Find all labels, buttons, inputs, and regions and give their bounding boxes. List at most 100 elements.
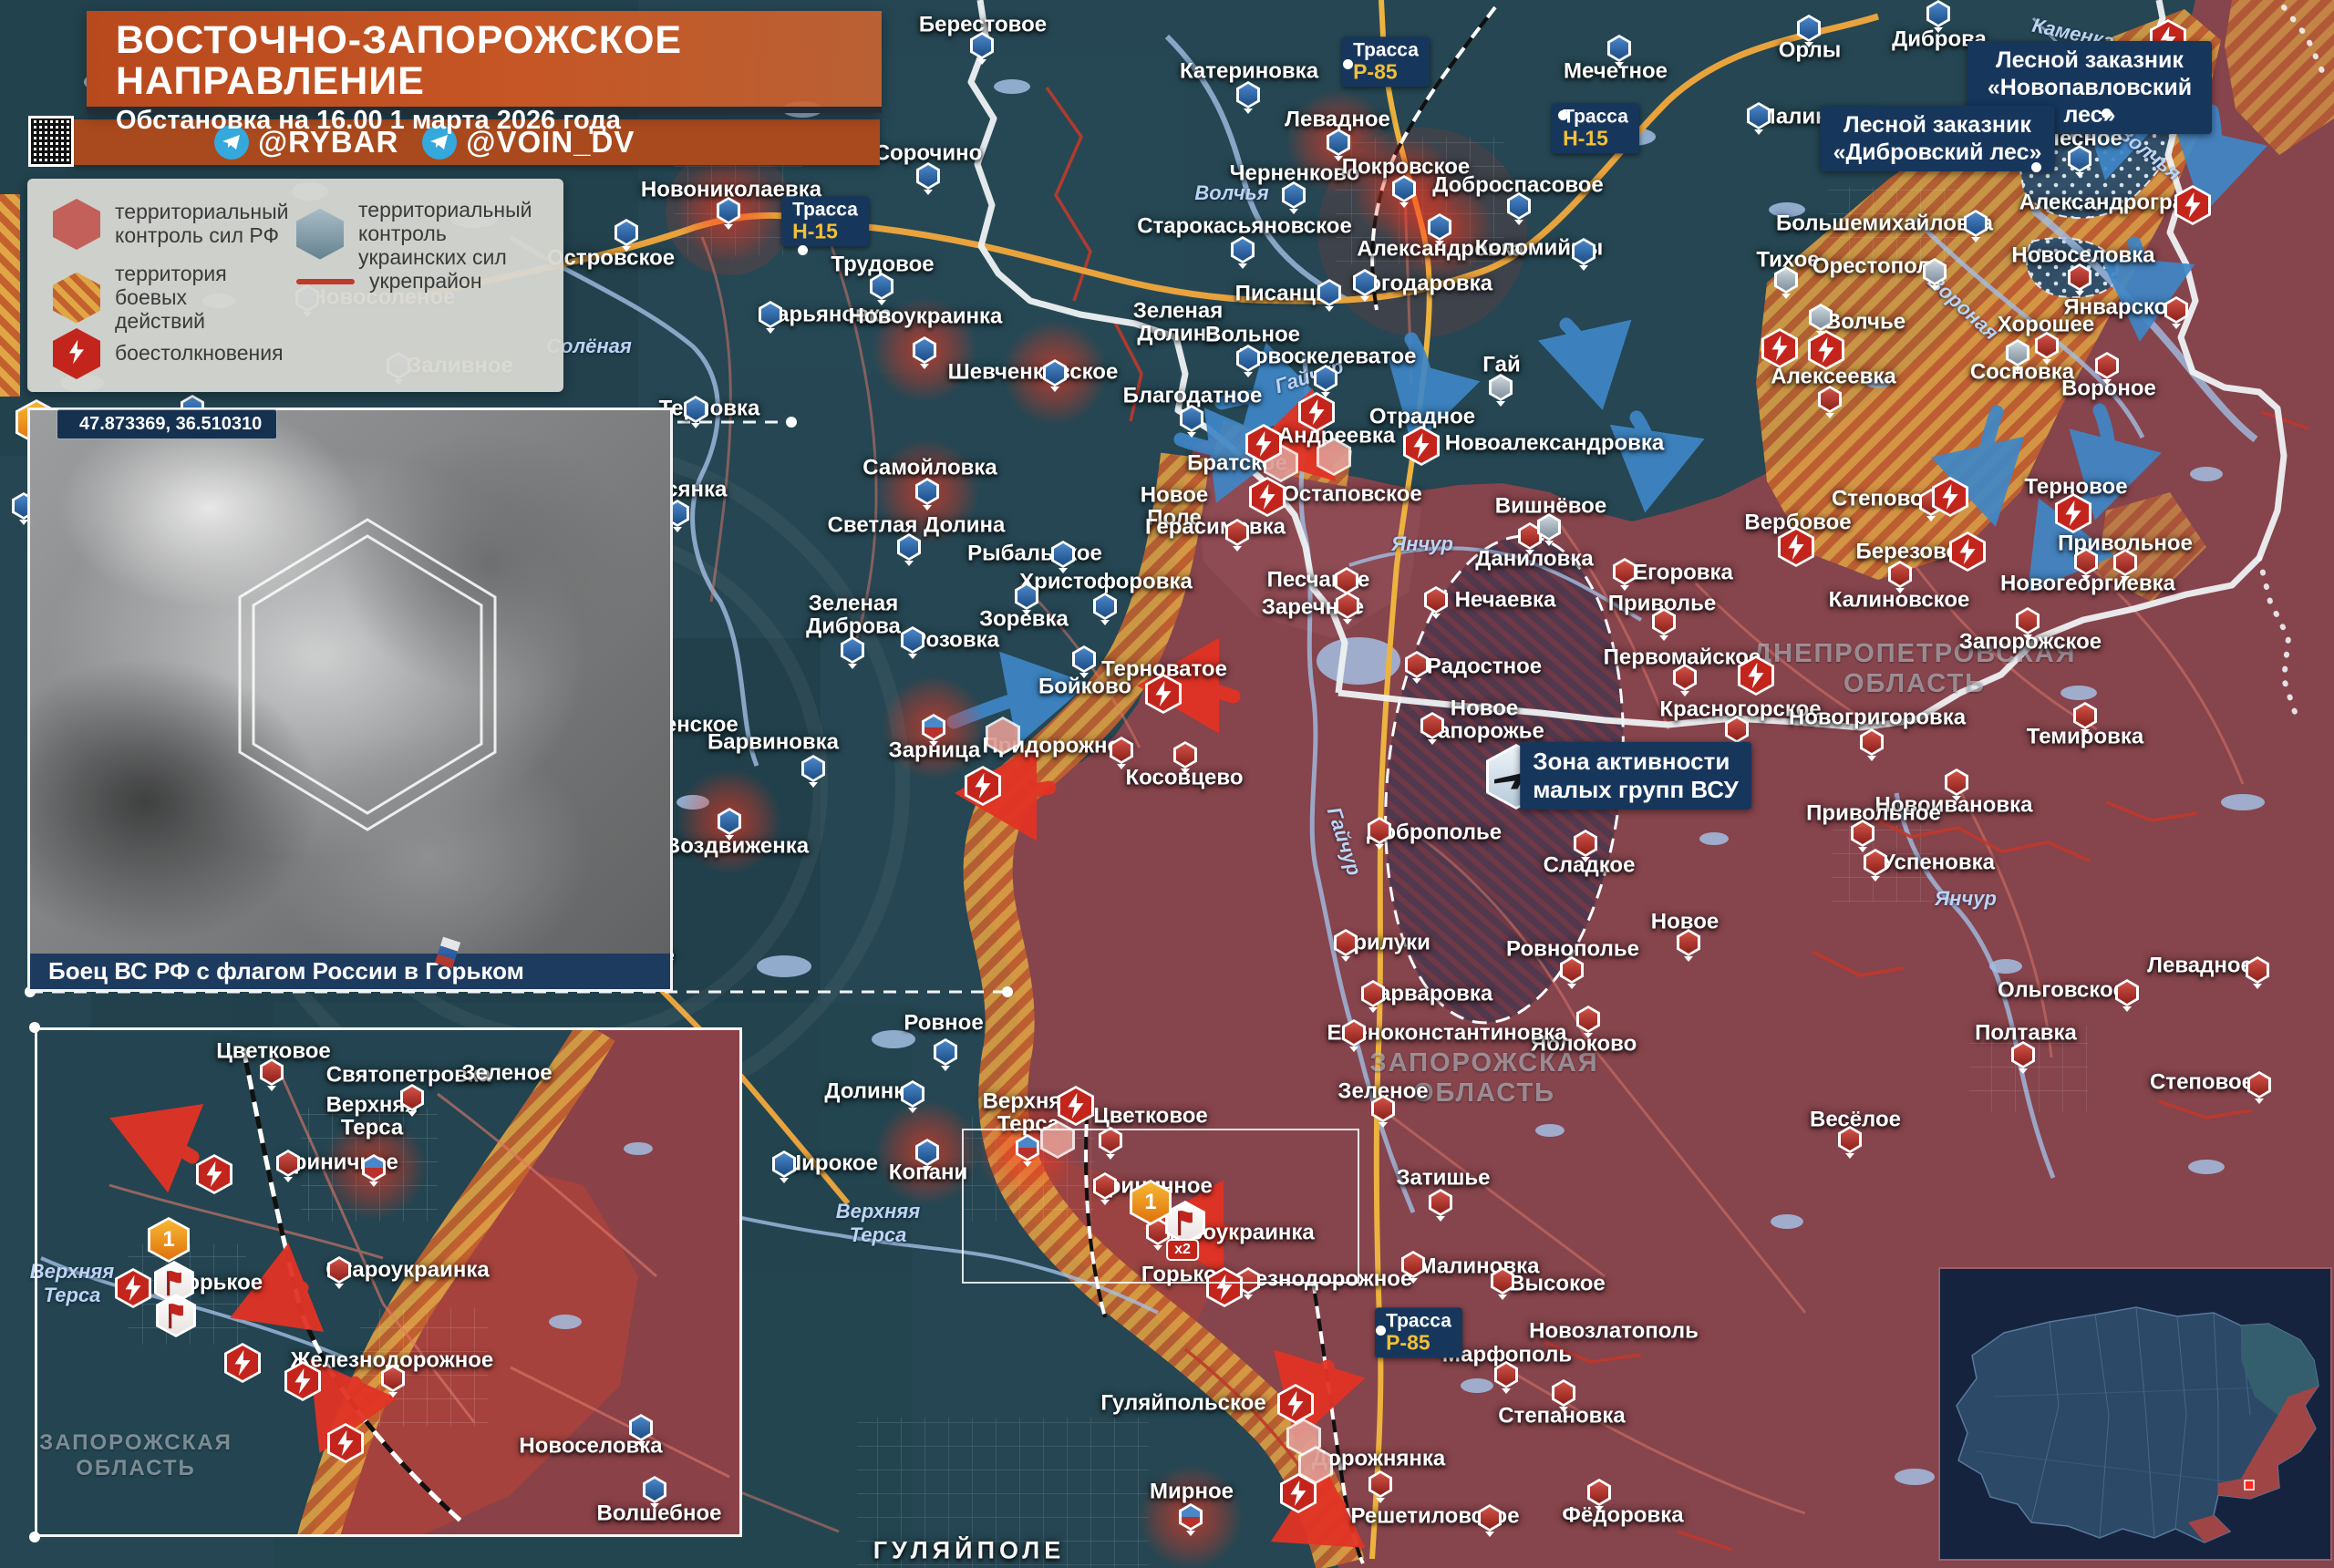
ua-hexagon-icon [296,209,344,260]
settlement-marker [2006,339,2029,366]
forest-reserve-callout: Лесной заказник «Дибровский лес» [1821,106,2055,171]
settlement-marker [2011,1041,2035,1068]
settlement-marker [1314,365,1337,392]
settlement-label: Святопетровка [326,1063,491,1086]
settlement-marker [2068,263,2091,291]
settlement-label: Малиновка [1419,1254,1540,1277]
settlement-marker [381,1365,405,1392]
settlement-label: Успеновка [1882,851,1995,873]
clash-icon [1778,527,1814,567]
road-badge: ТрассаР-85 [1342,36,1430,87]
settlement-marker [1537,513,1561,541]
settlement-label: Алексеевка [1771,365,1895,387]
settlement-label: Волчье [1825,310,1905,333]
settlement-marker [1613,558,1637,585]
legend-item-battle-zone: территория боевых действий [53,263,281,333]
settlement-label: Радостное [1427,655,1542,677]
city-label: ГУЛЯЙПОЛЕ [873,1538,1066,1564]
settlement-marker [922,714,945,741]
road-badge-dot [1558,110,1568,120]
settlement-marker [1335,567,1358,594]
settlement-marker [1282,181,1306,209]
settlement-marker [717,197,740,224]
inset-source-rectangle [962,1129,1359,1284]
settlement-marker [276,1150,300,1177]
settlement-label: Нечаевка [1455,588,1556,611]
river-label: Янчур [1935,887,1997,911]
settlement-label: Катериновка [1180,59,1318,82]
river-label: Волчья [1194,181,1268,205]
settlement-marker [2113,549,2137,576]
settlement-label: Барвиновка [707,730,839,753]
settlement-marker [1774,266,1798,294]
settlement-marker [1361,980,1385,1007]
settlement-marker [1342,1019,1366,1047]
settlement-marker [1015,583,1038,610]
clash-icon [1145,674,1182,714]
settlement-marker [1225,519,1249,546]
settlement-label: Бойково [1038,675,1131,697]
clash-icon [1403,426,1440,466]
settlement-label: Старокасьяновское [1137,214,1352,237]
photo-inset: Боец ВС РФ с флагом России в Горьком [27,407,673,992]
settlement-marker [1231,236,1255,263]
settlement-marker [1677,929,1700,956]
settlement-marker [1368,1470,1392,1498]
clash-icon [1761,328,1798,368]
settlement-marker [915,1139,939,1166]
ukraine-minimap [1940,1269,2330,1559]
settlement-marker [901,626,924,654]
settlement-label: Зеленое [461,1061,552,1084]
settlement-marker [1334,929,1358,956]
legend-item-rf-control: территориальный контроль сил РФ [53,199,281,250]
contested-hex-icon [1317,438,1351,476]
settlement-marker [1491,1267,1514,1295]
settlement-marker [916,162,940,190]
settlement-marker [1725,716,1749,743]
settlement-label: Новогригоровка [1789,706,1966,728]
settlement-marker [1860,728,1884,756]
settlement-label: Новое Поле [1141,484,1208,531]
settlement-marker [1607,35,1631,62]
settlement-label: Левадное [2147,954,2253,976]
settlement-marker [1652,608,1676,635]
settlement-marker [915,478,939,505]
settlement-label: Январское [2063,295,2179,318]
fortified-line-icon [296,279,355,284]
settlement-marker [362,1154,386,1181]
photo-caption: Боец ВС РФ с флагом России в Горьком [30,954,670,989]
page-title: ВОСТОЧНО-ЗАПОРОЖСКОЕ НАПРАВЛЕНИЕ [116,20,882,102]
settlement-marker [1478,1504,1502,1532]
settlement-marker [1923,258,1947,285]
callout-dot [2102,108,2112,119]
settlement-label: Большемихайловка [1776,211,1993,234]
settlement-label: Терновка [659,397,760,419]
settlement-label: Христофоровка [1019,570,1193,593]
clash-icon [1277,1384,1314,1424]
settlement-marker [1552,1379,1575,1407]
settlement-marker [1236,81,1260,108]
page-subtitle: Обстановка на 16.00 1 марта 2026 года [116,106,882,136]
legend-item-fortified-area: укрепрайон [296,270,552,294]
settlement-label: Егоровка [1633,561,1733,583]
settlement-marker [1818,386,1842,413]
settlement-marker [2164,296,2188,324]
settlement-label: Ровное [904,1011,983,1034]
settlement-marker [1051,541,1075,568]
settlement-marker [2074,548,2098,575]
numbered-marker-1: 1 [148,1217,190,1263]
settlement-marker [1368,817,1391,844]
title-box: ВОСТОЧНО-ЗАПОРОЖСКОЕ НАПРАВЛЕНИЕ Обстано… [87,11,882,113]
settlement-label: Новозлатополь [1529,1319,1699,1342]
hatch-strip-decor [0,194,20,397]
settlement-marker [1179,1503,1203,1531]
qr-code [28,116,74,167]
legend-item-ua-control: территориальный контроль украинских сил [296,199,552,269]
settlement-marker [1392,175,1416,202]
settlement-label: Даниловка [1475,547,1593,570]
settlement-marker [2035,332,2059,359]
settlement-marker [1420,712,1444,739]
clash-icon [327,1423,364,1463]
settlement-marker [1747,102,1771,129]
settlement-label: Зеленая Долина [1133,300,1224,346]
